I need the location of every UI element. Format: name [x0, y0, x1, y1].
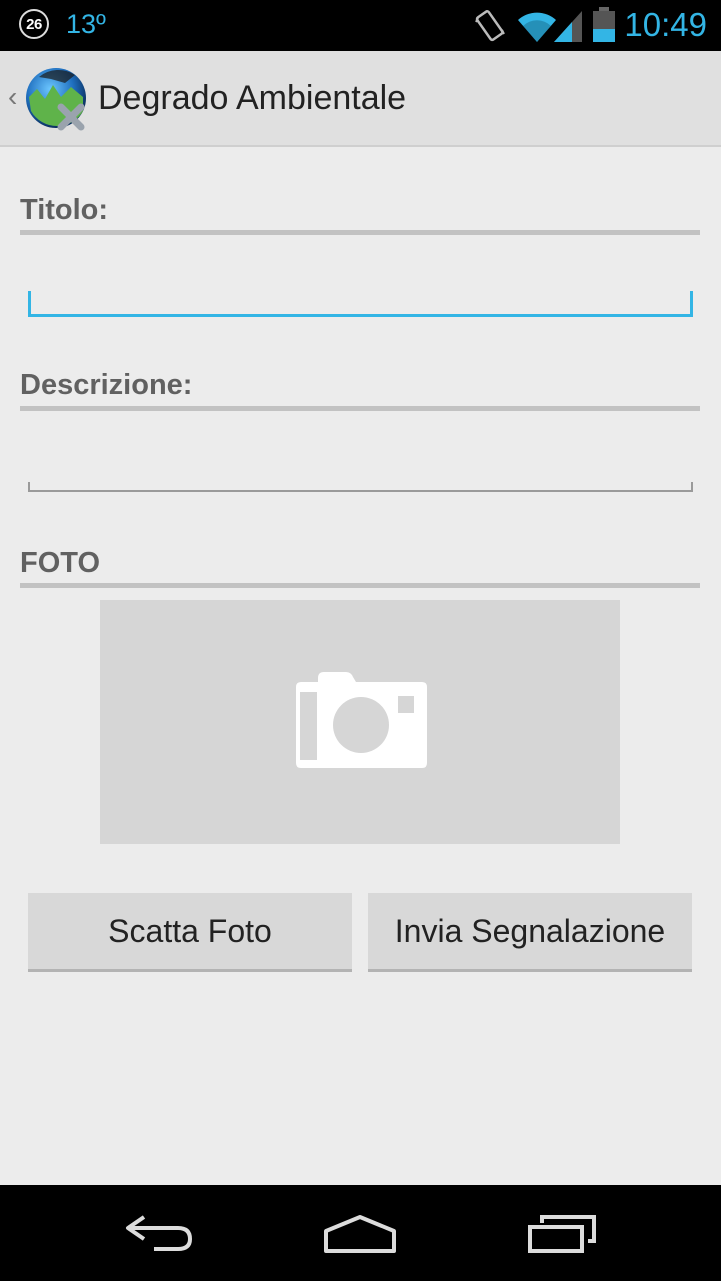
- home-icon[interactable]: [322, 1213, 398, 1260]
- vibrate-icon: [474, 8, 506, 49]
- title-label: Titolo:: [20, 194, 109, 226]
- action-bar: ‹ Degrado Ambientale: [0, 51, 721, 147]
- title-divider: [20, 230, 700, 235]
- app-title: Degrado Ambientale: [98, 79, 407, 117]
- battery-icon: [592, 7, 616, 48]
- description-divider: [20, 406, 700, 411]
- send-report-button[interactable]: Invia Segnalazione: [368, 893, 692, 972]
- photo-preview[interactable]: [100, 600, 620, 844]
- status-bar: 26 13º 10:49: [0, 0, 721, 51]
- home-up-button[interactable]: ‹: [0, 51, 92, 145]
- description-label: Descrizione:: [20, 369, 193, 401]
- camera-icon: [296, 670, 427, 773]
- notification-count-badge: 26: [19, 9, 49, 39]
- recents-icon[interactable]: [526, 1213, 598, 1260]
- navigation-bar: [0, 1185, 721, 1281]
- title-input[interactable]: [28, 291, 693, 317]
- photo-divider: [20, 583, 700, 588]
- take-photo-button[interactable]: Scatta Foto: [28, 893, 352, 972]
- app-logo-icon: [25, 67, 89, 136]
- photo-label: FOTO: [20, 547, 101, 579]
- up-chevron-icon: ‹: [8, 81, 18, 112]
- clock: 10:49: [624, 6, 707, 43]
- report-form: Titolo: Descrizione: FOTO Scatta Foto In…: [0, 147, 721, 1185]
- back-icon[interactable]: [124, 1213, 196, 1258]
- description-input[interactable]: [28, 482, 693, 492]
- temperature-indicator: 13º: [66, 9, 106, 39]
- signal-icon: [552, 9, 584, 48]
